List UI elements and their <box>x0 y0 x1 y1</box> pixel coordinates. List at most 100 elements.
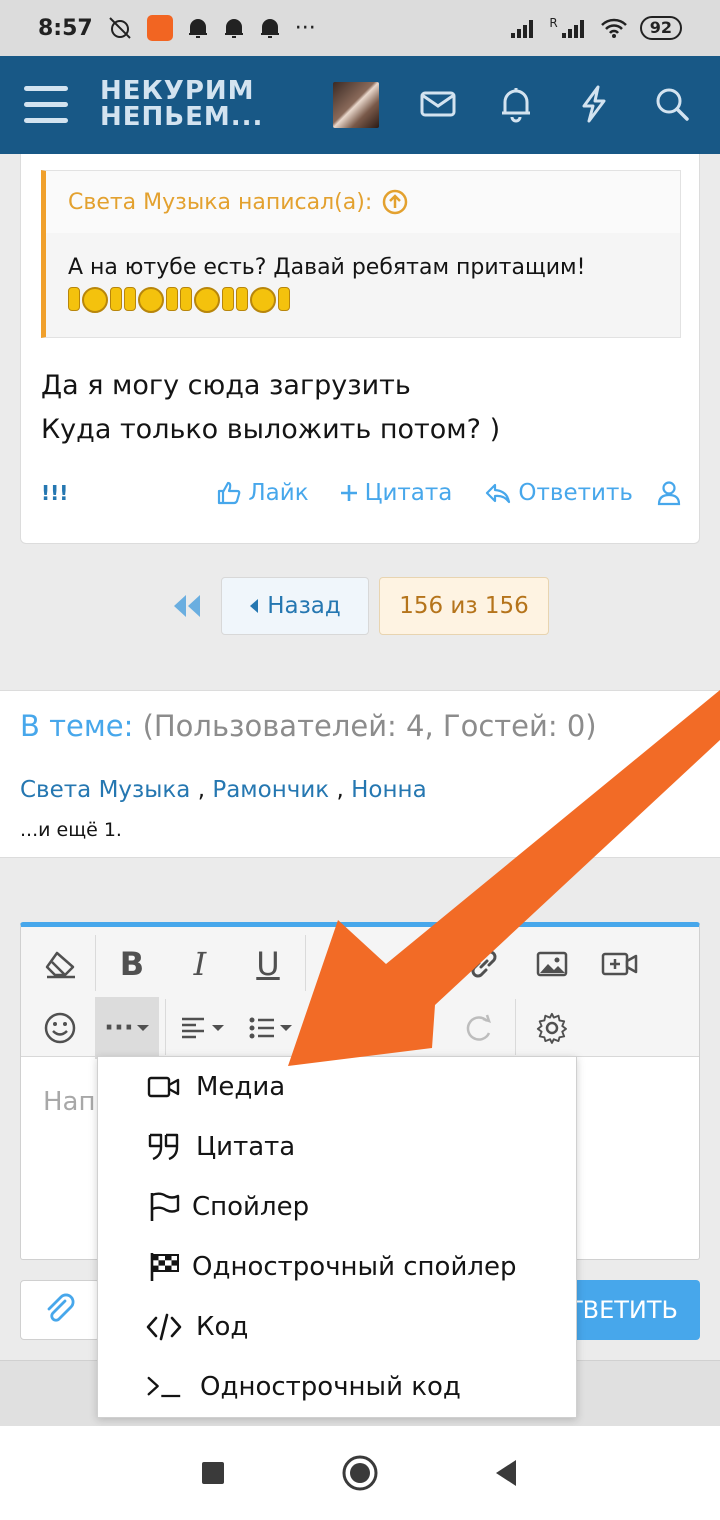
italic-button[interactable]: I <box>175 939 225 989</box>
online-title: В теме: (Пользователей: 4, Гостей: 0) <box>20 709 597 743</box>
roaming-label: R <box>549 16 558 30</box>
quote-icon <box>146 1129 182 1165</box>
thumbs-up-icon <box>166 287 178 311</box>
quote-label: Цитата <box>364 480 453 506</box>
mail-icon[interactable] <box>418 84 458 124</box>
alarm-off-icon <box>109 17 131 39</box>
list-dropdown-icon[interactable] <box>243 1003 303 1053</box>
thumbs-up-icon <box>236 287 248 311</box>
video-icon <box>146 1069 182 1105</box>
menu-item-label: Однострочный код <box>200 1372 461 1402</box>
quote-header[interactable]: Света Музыка написал(а): <box>46 171 680 233</box>
menu-item-code[interactable]: Код <box>98 1297 576 1357</box>
post-body: Да я могу сюда загрузить Куда только выл… <box>41 364 500 452</box>
online-more-count: ...и ещё 1. <box>20 819 122 841</box>
menu-item-inline-spoiler[interactable]: Однострочный спойлер <box>98 1237 576 1297</box>
first-page-icon[interactable] <box>170 592 204 620</box>
signal-icon <box>561 20 584 38</box>
online-user-link[interactable]: Света Музыка <box>20 777 190 803</box>
toolbar-separator <box>165 999 166 1055</box>
user-avatar[interactable] <box>333 82 379 128</box>
emoji-row <box>68 287 658 313</box>
menu-item-label: Цитата <box>196 1132 296 1162</box>
app-header: НЕКУРИМ НЕПЬЕМ... <box>0 56 720 154</box>
thumbs-up-icon <box>222 287 234 311</box>
editor-placeholder: Нап <box>43 1087 96 1117</box>
post-card: Света Музыка написал(а): А на ютубе есть… <box>20 154 700 544</box>
text-style-icon[interactable] <box>387 939 437 989</box>
attach-file-button[interactable] <box>20 1280 100 1340</box>
online-user-link[interactable]: Рамончик <box>212 777 329 803</box>
image-icon[interactable] <box>527 939 577 989</box>
online-user-link[interactable]: Нонна <box>351 777 427 803</box>
menu-item-inline-code[interactable]: Однострочный код <box>98 1357 576 1417</box>
gear-icon[interactable] <box>527 1003 577 1053</box>
status-notification-icons: ··· <box>107 15 316 41</box>
align-dropdown-icon[interactable] <box>175 1003 235 1053</box>
home-icon[interactable] <box>337 1450 383 1496</box>
thumbs-up-icon <box>68 287 80 311</box>
menu-item-label: Однострочный спойлер <box>192 1252 517 1282</box>
reply-icon <box>486 483 511 504</box>
thumbs-up-icon <box>218 481 241 505</box>
user-icon[interactable] <box>657 480 681 506</box>
thumbs-up-icon <box>110 287 122 311</box>
user-separator: , <box>197 777 206 803</box>
submit-reply-button[interactable]: ОТВЕТИТЬ <box>560 1280 700 1340</box>
system-nav-bar <box>0 1426 720 1520</box>
quote-body: А на ютубе есть? Давай ребятам притащим! <box>46 233 680 331</box>
arrow-up-circle-icon[interactable] <box>382 189 408 215</box>
back-icon[interactable] <box>484 1450 530 1496</box>
undo-icon[interactable] <box>387 1003 437 1053</box>
bell-notification-icon <box>188 19 207 38</box>
logo-line2: НЕПЬЕМ... <box>100 102 264 132</box>
thumbs-up-icon <box>180 287 192 311</box>
laughing-emoji-icon <box>82 287 108 313</box>
online-counts: (Пользователей: 4, Гостей: 0) <box>142 709 597 743</box>
insert-menu: Медиа Цитата Спойлер Однострочный спойле… <box>97 1056 577 1418</box>
reply-button[interactable]: Ответить <box>484 480 633 506</box>
bolt-icon[interactable] <box>574 84 614 124</box>
menu-item-label: Спойлер <box>192 1192 310 1222</box>
post-line: Куда только выложить потом? ) <box>41 414 501 445</box>
pagination: Назад 156 из 156 <box>0 576 720 636</box>
recents-icon[interactable] <box>190 1450 236 1496</box>
search-icon[interactable] <box>652 84 692 124</box>
paperclip-icon <box>47 1293 75 1322</box>
underline-button[interactable]: U <box>243 939 293 989</box>
video-add-icon[interactable] <box>595 939 645 989</box>
bell-icon[interactable] <box>496 84 536 124</box>
link-icon[interactable] <box>459 939 509 989</box>
menu-icon[interactable] <box>24 86 68 124</box>
status-bar: 8:57 ··· R 92 <box>0 0 720 56</box>
app-notification-icon <box>146 15 173 41</box>
toolbar-separator <box>95 935 96 991</box>
menu-item-label: Код <box>196 1312 249 1342</box>
site-logo[interactable]: НЕКУРИМ НЕПЬЕМ... <box>100 78 263 130</box>
laughing-emoji-icon <box>194 287 220 313</box>
thumbs-up-icon <box>124 287 136 311</box>
menu-item-quote[interactable]: Цитата <box>98 1117 576 1177</box>
like-button[interactable]: Лайк <box>216 480 309 506</box>
reply-label: Ответить <box>518 480 633 506</box>
redo-icon[interactable] <box>455 1003 505 1053</box>
quote-button[interactable]: Цитата <box>339 480 453 506</box>
emoji-icon[interactable] <box>35 1003 85 1053</box>
menu-item-media[interactable]: Медиа <box>98 1057 576 1117</box>
current-page-button[interactable]: 156 из 156 <box>379 577 549 635</box>
prev-page-button[interactable]: Назад <box>221 577 369 635</box>
bell-notification-icon <box>260 19 279 38</box>
thumbs-up-icon <box>278 287 290 311</box>
more-dots: ··· <box>104 1013 134 1043</box>
report-link[interactable]: !!! <box>41 481 68 505</box>
quote-author: Света Музыка написал(а): <box>68 189 373 215</box>
prev-page-label: Назад <box>267 593 341 619</box>
bold-button[interactable]: B <box>107 939 157 989</box>
menu-item-spoiler[interactable]: Спойлер <box>98 1177 576 1237</box>
status-system-icons: R 92 <box>509 16 682 40</box>
online-label: В теме: <box>20 709 134 743</box>
more-options-button[interactable]: ··· <box>95 997 159 1059</box>
clear-formatting-icon[interactable] <box>35 939 85 989</box>
laughing-emoji-icon <box>250 287 276 313</box>
editor-toolbar: B I U ··· <box>21 927 699 1059</box>
